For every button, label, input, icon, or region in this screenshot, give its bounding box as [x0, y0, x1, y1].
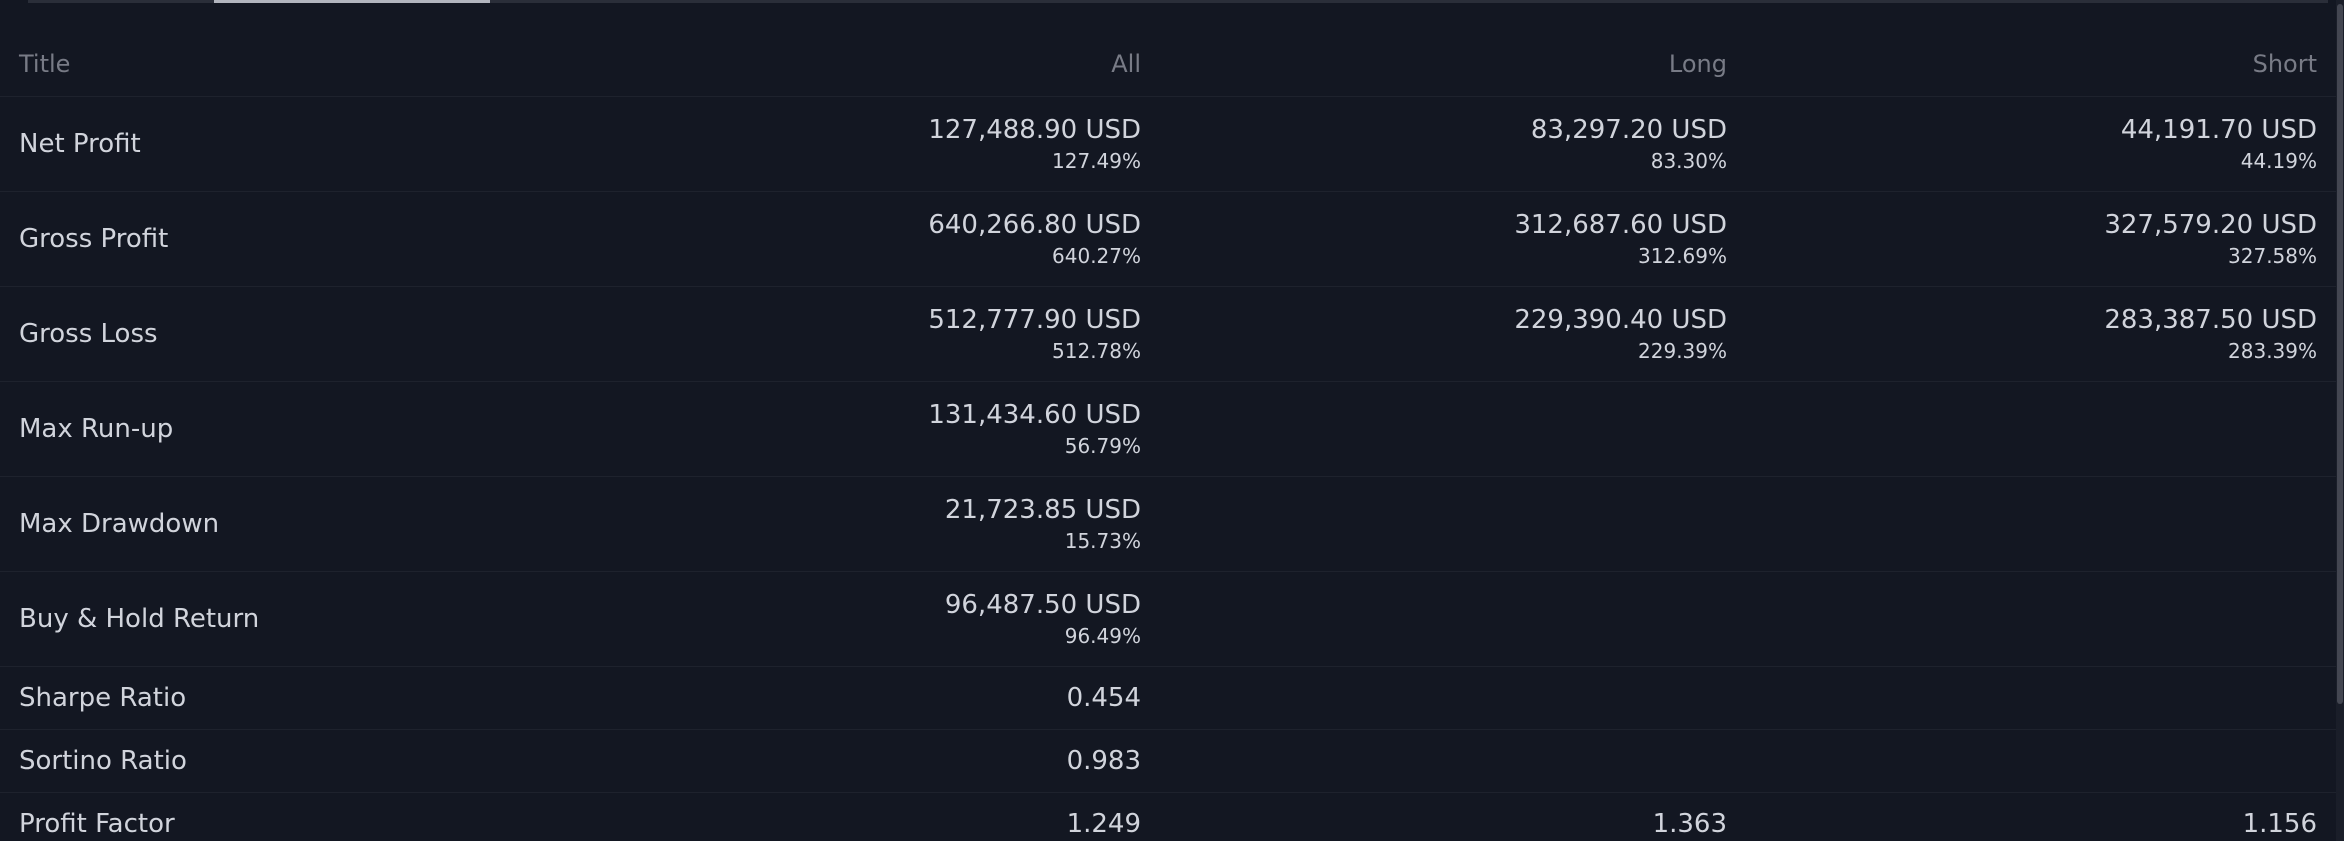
vertical-scrollbar[interactable] [2336, 0, 2344, 841]
cell-long [1160, 729, 1746, 793]
cell-value: 0.983 [1066, 746, 1141, 776]
cell-percent: 56.79% [1064, 434, 1141, 458]
cell-all: 0.983 [600, 729, 1160, 793]
cell-long: 1.363 [1160, 792, 1746, 841]
table-row-net-profit: Net Profit 127,488.90 USD 127.49% 83,297… [0, 96, 2336, 192]
cell-percent: 15.73% [1064, 529, 1141, 553]
cell-percent: 96.49% [1064, 624, 1141, 648]
cell-value: 96,487.50 USD [944, 590, 1141, 620]
cell-percent: 83.30% [1650, 149, 1727, 173]
cell-long [1160, 476, 1746, 572]
row-title: Gross Profit [0, 191, 600, 287]
cell-long [1160, 571, 1746, 667]
cell-long: 229,390.40 USD 229.39% [1160, 286, 1746, 382]
cell-all: 127,488.90 USD 127.49% [600, 96, 1160, 192]
cell-value: 21,723.85 USD [944, 495, 1141, 525]
cell-long [1160, 666, 1746, 730]
cell-short [1746, 476, 2336, 572]
cell-all: 640,266.80 USD 640.27% [600, 191, 1160, 287]
cell-percent: 127.49% [1052, 149, 1141, 173]
cell-value: 283,387.50 USD [2104, 305, 2317, 335]
row-title: Buy & Hold Return [0, 571, 600, 667]
horizontal-scrollbar-thumb[interactable] [214, 0, 490, 3]
table-row-profit-factor: Profit Factor 1.249 1.363 1.156 [0, 792, 2336, 841]
row-title: Max Run-up [0, 381, 600, 477]
cell-value: 512,777.90 USD [928, 305, 1141, 335]
row-title: Sortino Ratio [0, 729, 600, 793]
table-row-max-drawdown: Max Drawdown 21,723.85 USD 15.73% [0, 476, 2336, 572]
row-title: Net Profit [0, 96, 600, 192]
cell-percent: 312.69% [1638, 244, 1727, 268]
vertical-scrollbar-thumb[interactable] [2337, 4, 2343, 704]
cell-short [1746, 571, 2336, 667]
cell-percent: 640.27% [1052, 244, 1141, 268]
column-header-title: Title [19, 50, 71, 78]
cell-short: 1.156 [1746, 792, 2336, 841]
cell-percent: 229.39% [1638, 339, 1727, 363]
cell-value: 327,579.20 USD [2104, 210, 2317, 240]
cell-long [1160, 381, 1746, 477]
table-row-sortino-ratio: Sortino Ratio 0.983 [0, 729, 2336, 793]
row-title: Gross Loss [0, 286, 600, 382]
table-row-sharpe-ratio: Sharpe Ratio 0.454 [0, 666, 2336, 730]
cell-short [1746, 381, 2336, 477]
performance-table: Title All Long Short Net Profit 127,488.… [0, 32, 2336, 841]
row-title: Profit Factor [0, 792, 600, 841]
cell-value: 44,191.70 USD [2120, 115, 2317, 145]
cell-value: 131,434.60 USD [928, 400, 1141, 430]
cell-short: 44,191.70 USD 44.19% [1746, 96, 2336, 192]
strategy-performance-panel: Title All Long Short Net Profit 127,488.… [0, 0, 2344, 841]
cell-value: 127,488.90 USD [928, 115, 1141, 145]
cell-all: 512,777.90 USD 512.78% [600, 286, 1160, 382]
cell-all: 1.249 [600, 792, 1160, 841]
column-header-long: Long [1668, 50, 1727, 78]
row-title: Max Drawdown [0, 476, 600, 572]
cell-value: 83,297.20 USD [1530, 115, 1727, 145]
cell-value: 229,390.40 USD [1514, 305, 1727, 335]
table-row-gross-loss: Gross Loss 512,777.90 USD 512.78% 229,39… [0, 286, 2336, 382]
cell-short [1746, 729, 2336, 793]
cell-short: 327,579.20 USD 327.58% [1746, 191, 2336, 287]
cell-percent: 44.19% [2240, 149, 2317, 173]
cell-short: 283,387.50 USD 283.39% [1746, 286, 2336, 382]
table-header-row: Title All Long Short [0, 32, 2336, 97]
cell-all: 0.454 [600, 666, 1160, 730]
cell-short [1746, 666, 2336, 730]
column-header-short: Short [2252, 50, 2317, 78]
cell-all: 131,434.60 USD 56.79% [600, 381, 1160, 477]
cell-value: 312,687.60 USD [1514, 210, 1727, 240]
table-row-max-run-up: Max Run-up 131,434.60 USD 56.79% [0, 381, 2336, 477]
cell-percent: 512.78% [1052, 339, 1141, 363]
cell-all: 21,723.85 USD 15.73% [600, 476, 1160, 572]
cell-percent: 327.58% [2228, 244, 2317, 268]
cell-value: 1.363 [1652, 809, 1727, 839]
row-title: Sharpe Ratio [0, 666, 600, 730]
table-row-buy-hold-return: Buy & Hold Return 96,487.50 USD 96.49% [0, 571, 2336, 667]
table-row-gross-profit: Gross Profit 640,266.80 USD 640.27% 312,… [0, 191, 2336, 287]
cell-long: 83,297.20 USD 83.30% [1160, 96, 1746, 192]
cell-long: 312,687.60 USD 312.69% [1160, 191, 1746, 287]
cell-percent: 283.39% [2228, 339, 2317, 363]
cell-all: 96,487.50 USD 96.49% [600, 571, 1160, 667]
column-header-all: All [1111, 50, 1141, 78]
cell-value: 1.156 [2242, 809, 2317, 839]
cell-value: 640,266.80 USD [928, 210, 1141, 240]
cell-value: 0.454 [1066, 683, 1141, 713]
cell-value: 1.249 [1066, 809, 1141, 839]
horizontal-scrollbar[interactable] [28, 0, 2328, 3]
